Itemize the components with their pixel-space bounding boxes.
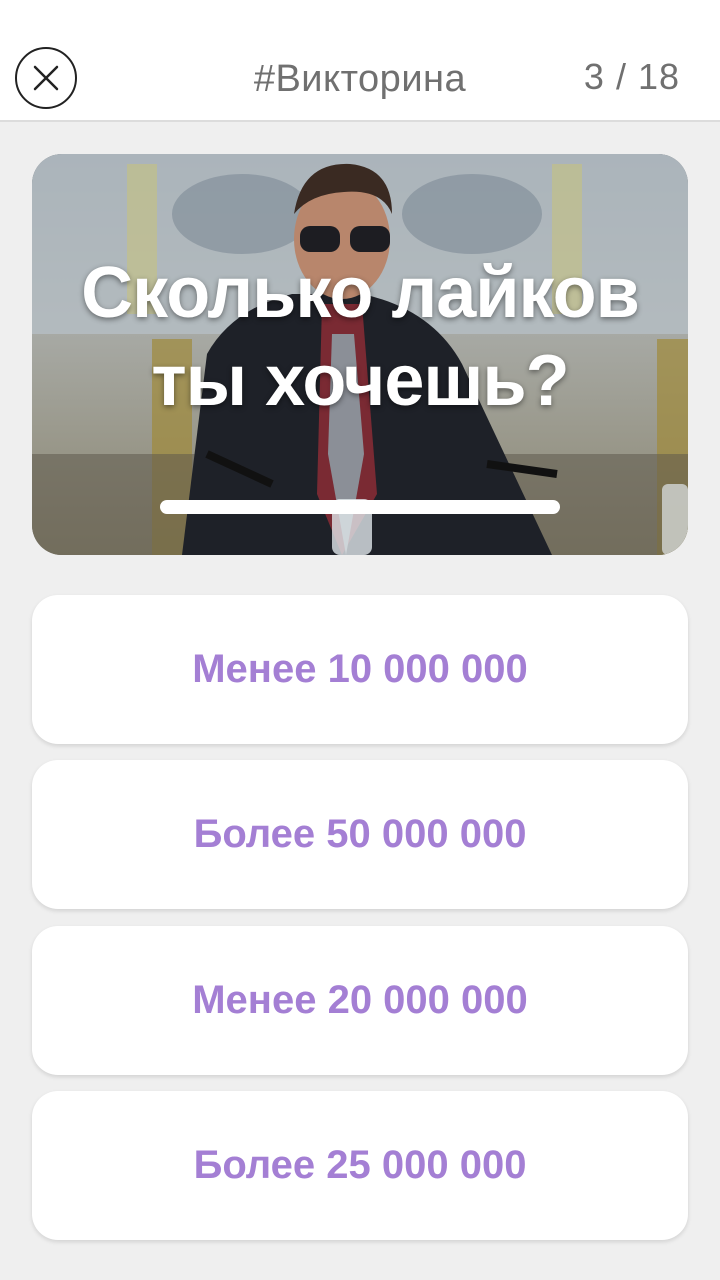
question-counter: 3 / 18	[583, 56, 680, 97]
answer-option-1[interactable]: Менее 10 000 000	[32, 595, 688, 744]
question-card: Сколько лайков ты хочешь?	[32, 154, 688, 555]
question-line-1: Сколько лайков	[81, 253, 640, 333]
timer-progress-bar	[160, 500, 560, 514]
answer-option-3[interactable]: Менее 20 000 000	[32, 926, 688, 1075]
question-text: Сколько лайков ты хочешь?	[32, 249, 688, 425]
question-line-2: ты хочешь?	[151, 341, 569, 421]
answer-option-4[interactable]: Более 25 000 000	[32, 1091, 688, 1240]
answer-option-2[interactable]: Более 50 000 000	[32, 760, 688, 909]
top-bar: #Викторина 3 / 18	[0, 0, 720, 122]
